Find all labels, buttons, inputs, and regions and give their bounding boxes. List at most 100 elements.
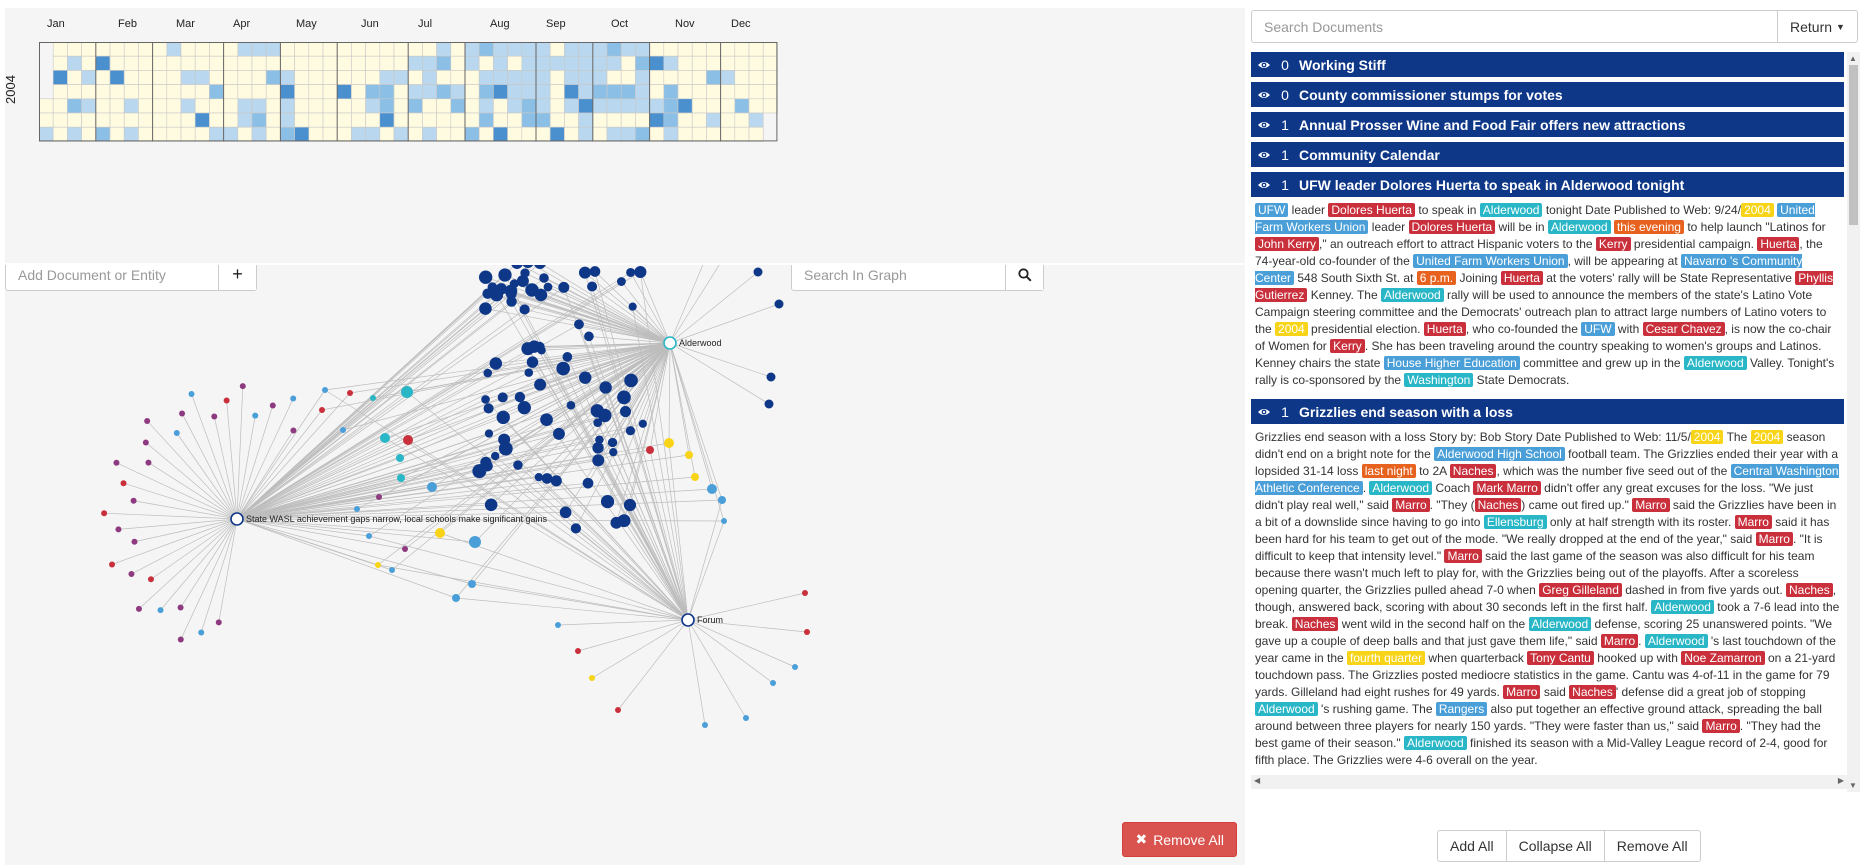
calendar-day-cell[interactable] bbox=[564, 42, 579, 57]
entity-node[interactable] bbox=[223, 397, 230, 404]
entity-tag[interactable]: Marro bbox=[1734, 515, 1772, 529]
document-node[interactable] bbox=[610, 516, 623, 529]
calendar-day-cell[interactable] bbox=[67, 112, 82, 128]
calendar-day-cell[interactable] bbox=[677, 55, 693, 71]
entity-node[interactable] bbox=[375, 562, 381, 568]
document-node[interactable] bbox=[592, 442, 604, 454]
calendar-day-cell[interactable] bbox=[478, 84, 494, 100]
document-node[interactable] bbox=[625, 426, 636, 436]
calendar-day-cell[interactable] bbox=[251, 84, 267, 100]
calendar-day-cell[interactable] bbox=[635, 42, 650, 57]
calendar-day-cell[interactable] bbox=[180, 70, 196, 85]
calendar-day-cell[interactable] bbox=[521, 70, 537, 85]
calendar-day-cell[interactable] bbox=[138, 70, 153, 85]
calendar-day-cell[interactable] bbox=[67, 55, 82, 71]
calendar-day-cell[interactable] bbox=[493, 98, 508, 114]
calendar-day-cell[interactable] bbox=[663, 98, 679, 114]
calendar-day-cell[interactable] bbox=[209, 55, 224, 71]
calendar-day-cell[interactable] bbox=[52, 84, 68, 100]
document-node[interactable] bbox=[479, 302, 492, 315]
calendar-day-cell[interactable] bbox=[393, 126, 409, 142]
entity-tag[interactable]: Alderwood High School bbox=[1434, 447, 1565, 461]
entity-node[interactable] bbox=[792, 664, 798, 670]
calendar-day-cell[interactable] bbox=[393, 70, 409, 85]
calendar-day-cell[interactable] bbox=[180, 112, 196, 128]
calendar-day-cell[interactable] bbox=[265, 70, 281, 85]
calendar-day-cell[interactable] bbox=[649, 42, 665, 57]
document-node[interactable] bbox=[616, 277, 626, 286]
calendar-day-cell[interactable] bbox=[365, 98, 381, 114]
entity-tag[interactable]: John Kerry bbox=[1255, 237, 1320, 251]
calendar-day-cell[interactable] bbox=[365, 55, 381, 71]
calendar-day-cell[interactable] bbox=[493, 55, 508, 71]
entity-tag[interactable]: Kerry bbox=[1330, 339, 1365, 353]
scroll-left-icon[interactable]: ◀ bbox=[1254, 776, 1260, 785]
entity-node[interactable] bbox=[239, 383, 246, 390]
calendar-day-cell[interactable] bbox=[507, 126, 523, 142]
calendar-day-cell[interactable] bbox=[436, 98, 452, 114]
document-node[interactable] bbox=[504, 284, 518, 298]
document-node[interactable] bbox=[491, 451, 500, 461]
calendar-day-cell[interactable] bbox=[407, 112, 423, 128]
calendar-day-cell[interactable] bbox=[308, 112, 324, 128]
calendar-day-cell[interactable] bbox=[280, 98, 295, 114]
calendar-day-cell[interactable] bbox=[734, 55, 750, 71]
entity-tag[interactable]: Alderwood bbox=[1369, 481, 1433, 495]
document-node[interactable] bbox=[483, 368, 493, 378]
document-node[interactable] bbox=[481, 395, 490, 404]
entity-node[interactable] bbox=[322, 387, 328, 393]
calendar-day-cell[interactable] bbox=[535, 112, 551, 128]
calendar-day-cell[interactable] bbox=[138, 55, 153, 71]
add-button[interactable]: + bbox=[218, 265, 256, 290]
entity-tag[interactable]: Alderwood bbox=[1683, 356, 1747, 370]
entity-node[interactable] bbox=[615, 707, 621, 713]
calendar-day-cell[interactable] bbox=[407, 98, 423, 114]
calendar-day-cell[interactable] bbox=[379, 42, 395, 57]
document-node[interactable] bbox=[562, 352, 573, 362]
calendar-day-cell[interactable] bbox=[407, 42, 423, 57]
calendar-day-cell[interactable] bbox=[280, 126, 295, 142]
calendar-day-cell[interactable] bbox=[620, 98, 636, 114]
document-node[interactable] bbox=[539, 273, 549, 283]
calendar-day-cell[interactable] bbox=[578, 55, 594, 71]
calendar-day-cell[interactable] bbox=[81, 42, 97, 57]
entity-node[interactable] bbox=[145, 459, 152, 466]
calendar-day-cell[interactable] bbox=[592, 112, 608, 128]
document-node[interactable] bbox=[480, 456, 492, 468]
calendar-day-cell[interactable] bbox=[464, 55, 480, 71]
entity-node[interactable] bbox=[319, 407, 325, 413]
entity-node[interactable] bbox=[376, 494, 382, 500]
calendar-day-cell[interactable] bbox=[436, 70, 452, 85]
calendar-day-cell[interactable] bbox=[606, 98, 622, 114]
calendar-day-cell[interactable] bbox=[564, 126, 579, 142]
entity-node[interactable] bbox=[173, 429, 180, 436]
entity-tag[interactable]: Huerta bbox=[1757, 237, 1800, 251]
calendar-day-cell[interactable] bbox=[734, 112, 750, 128]
document-node[interactable] bbox=[592, 454, 605, 467]
document-node[interactable] bbox=[589, 266, 601, 277]
calendar-day-cell[interactable] bbox=[677, 70, 693, 85]
calendar-day-cell[interactable] bbox=[393, 84, 409, 100]
calendar-day-cell[interactable] bbox=[152, 126, 168, 142]
calendar-day-cell[interactable] bbox=[549, 55, 565, 71]
calendar-day-cell[interactable] bbox=[422, 70, 437, 85]
calendar-day-cell[interactable] bbox=[748, 84, 764, 100]
return-dropdown[interactable]: Return ▼ bbox=[1777, 11, 1857, 42]
calendar-day-cell[interactable] bbox=[592, 98, 608, 114]
calendar-day-cell[interactable] bbox=[351, 70, 366, 85]
entity-node[interactable] bbox=[691, 473, 699, 481]
calendar-day-cell[interactable] bbox=[109, 70, 125, 85]
calendar-day-cell[interactable] bbox=[152, 98, 168, 114]
calendar-day-cell[interactable] bbox=[223, 55, 239, 71]
calendar-day-cell[interactable] bbox=[308, 84, 324, 100]
calendar-day-cell[interactable] bbox=[478, 112, 494, 128]
entity-tag[interactable]: Huerta bbox=[1423, 322, 1466, 336]
document-node[interactable] bbox=[558, 281, 570, 293]
calendar-day-cell[interactable] bbox=[663, 42, 679, 57]
calendar-day-cell[interactable] bbox=[194, 112, 210, 128]
calendar-day-cell[interactable] bbox=[748, 70, 764, 85]
calendar-day-cell[interactable] bbox=[478, 98, 494, 114]
calendar-day-cell[interactable] bbox=[535, 42, 551, 57]
calendar-day-cell[interactable] bbox=[351, 126, 366, 142]
entity-node[interactable] bbox=[743, 715, 749, 721]
